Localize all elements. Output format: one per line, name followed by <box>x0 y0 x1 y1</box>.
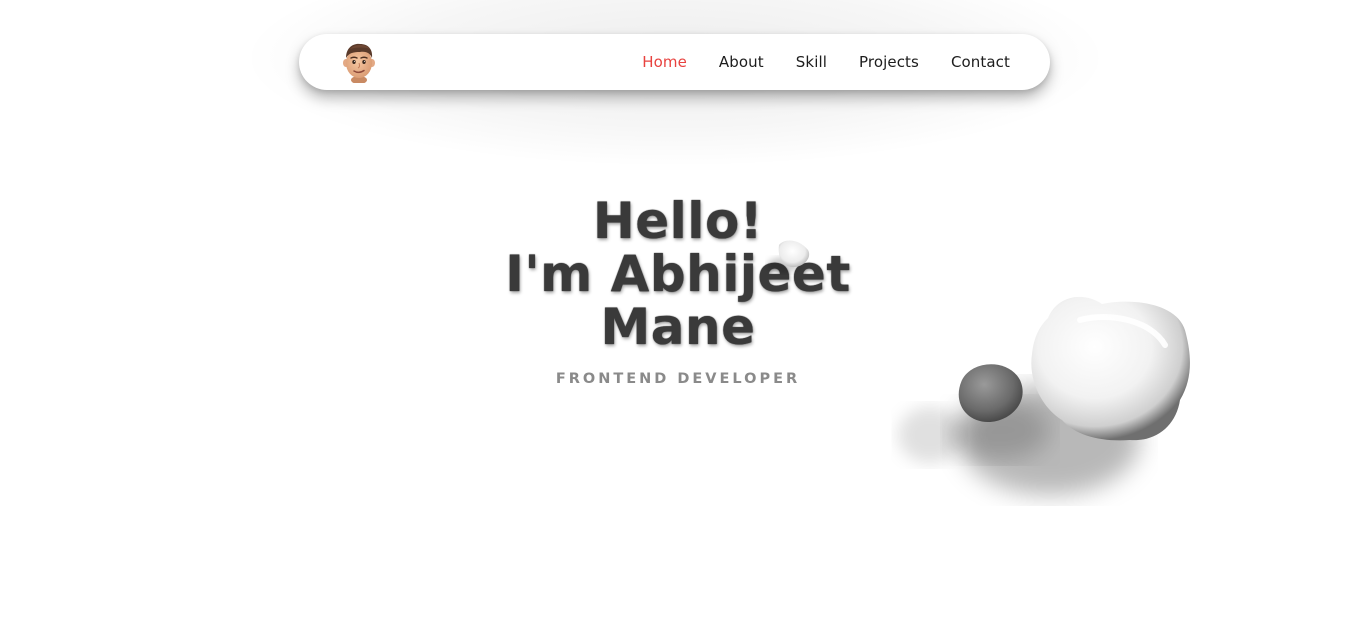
nav-link-projects[interactable]: Projects <box>859 53 919 71</box>
abstract-blob-shapes-icon <box>898 296 1190 495</box>
nav-link-about[interactable]: About <box>719 53 764 71</box>
nav-links: Home About Skill Projects Contact <box>610 34 1010 90</box>
navbar: Home About Skill Projects Contact <box>299 34 1050 90</box>
page: Home About Skill Projects Contact Hello!… <box>0 0 1345 634</box>
nav-link-home[interactable]: Home <box>642 53 687 71</box>
nav-link-skill[interactable]: Skill <box>796 53 827 71</box>
small-blob-icon <box>767 240 810 273</box>
memoji-avatar-icon[interactable] <box>341 41 377 84</box>
nav-link-contact[interactable]: Contact <box>951 53 1010 71</box>
